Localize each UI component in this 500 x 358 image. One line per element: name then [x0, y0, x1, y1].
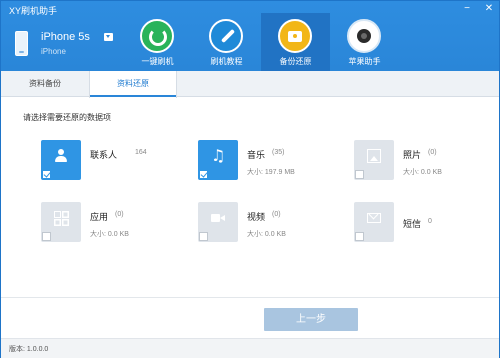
camera-icon [347, 19, 381, 53]
device-model: iPhone [41, 47, 66, 56]
item-count: (35) [272, 149, 285, 156]
item-name: 应用 [90, 212, 109, 222]
tab-data-restore[interactable]: 资料还原 [89, 71, 177, 98]
sms-icon [367, 213, 381, 223]
item-name: 照片 [403, 150, 422, 160]
restore-item-photos[interactable]: 照片 (0) 大小: 0.0 KB [354, 140, 499, 188]
item-size: 大小: 197.9 MB [247, 169, 295, 176]
item-size: 大小: 0.0 KB [90, 231, 129, 238]
item-size: 大小: 0.0 KB [403, 169, 442, 176]
status-bar: 版本: 1.0.0.0 [1, 338, 499, 358]
restore-item-apps[interactable]: 应用 (0) 大小: 0.0 KB [41, 202, 186, 250]
section-prompt: 请选择需要还原的数据项 [23, 113, 111, 122]
item-checkbox[interactable] [355, 170, 364, 179]
nav-apple-assistant[interactable]: 苹果助手 [330, 13, 399, 71]
item-size: 大小: 0.0 KB [247, 231, 286, 238]
item-icon-box [41, 202, 81, 242]
device-selector[interactable]: iPhone 5s iPhone [15, 31, 115, 63]
tab-bar: 资料备份 资料还原 [1, 71, 499, 98]
item-name: 短信 [403, 219, 422, 229]
item-checkbox[interactable] [42, 232, 51, 241]
nav-label: 一键刷机 [141, 57, 174, 66]
app-window: XY刷机助手 − ✕ iPhone 5s iPhone 一键刷机 刷机教程 备份… [0, 0, 500, 358]
close-icon[interactable]: ✕ [483, 3, 495, 15]
restore-item-sms[interactable]: 短信 0 [354, 202, 499, 250]
contact-icon [54, 149, 68, 163]
nav-label: 刷机教程 [210, 57, 243, 66]
previous-step-button[interactable]: 上一步 [264, 308, 358, 331]
apps-icon [54, 211, 68, 225]
item-count: (0) [428, 149, 437, 156]
phone-icon [15, 31, 28, 56]
item-name: 视频 [247, 212, 266, 222]
music-icon: ♫ [211, 146, 226, 165]
item-checkbox[interactable] [199, 170, 208, 179]
restore-item-videos[interactable]: 视频 (0) 大小: 0.0 KB [198, 202, 343, 250]
tab-data-backup[interactable]: 资料备份 [1, 71, 89, 97]
photo-icon [367, 149, 381, 163]
restore-item-music[interactable]: ♫ 音乐 (35) 大小: 197.9 MB [198, 140, 343, 188]
divider [1, 297, 499, 298]
header-bar: XY刷机助手 − ✕ iPhone 5s iPhone 一键刷机 刷机教程 备份… [1, 1, 499, 71]
item-count: (0) [115, 211, 124, 218]
item-icon-box: ♫ [198, 140, 238, 180]
window-controls: − ✕ [461, 3, 495, 15]
item-icon-box [198, 202, 238, 242]
item-name: 音乐 [247, 150, 266, 160]
main-nav: 一键刷机 刷机教程 备份还原 苹果助手 [123, 13, 399, 71]
item-icon-box [354, 140, 394, 180]
nav-label: 苹果助手 [348, 57, 381, 66]
device-name: iPhone 5s [41, 31, 90, 43]
version-text: 版本: 1.0.0.0 [9, 346, 49, 353]
item-count: (0) [272, 211, 281, 218]
restore-item-contacts[interactable]: 联系人 164 [41, 140, 186, 188]
item-checkbox[interactable] [199, 232, 208, 241]
app-title: XY刷机助手 [9, 6, 58, 16]
item-count: 0 [428, 218, 432, 225]
minimize-icon[interactable]: − [461, 3, 473, 15]
chevron-down-icon[interactable] [104, 33, 113, 41]
refresh-icon [140, 19, 174, 53]
nav-label: 备份还原 [279, 57, 312, 66]
item-count: 164 [135, 149, 147, 156]
item-checkbox[interactable] [42, 170, 51, 179]
wrench-icon [209, 19, 243, 53]
nav-flash-tutorial[interactable]: 刷机教程 [192, 13, 261, 71]
item-name: 联系人 [90, 150, 118, 160]
nav-one-click-flash[interactable]: 一键刷机 [123, 13, 192, 71]
item-icon-box [41, 140, 81, 180]
backup-icon [278, 19, 312, 53]
nav-backup-restore[interactable]: 备份还原 [261, 13, 330, 71]
item-checkbox[interactable] [355, 232, 364, 241]
item-icon-box [354, 202, 394, 242]
video-icon [211, 211, 225, 225]
